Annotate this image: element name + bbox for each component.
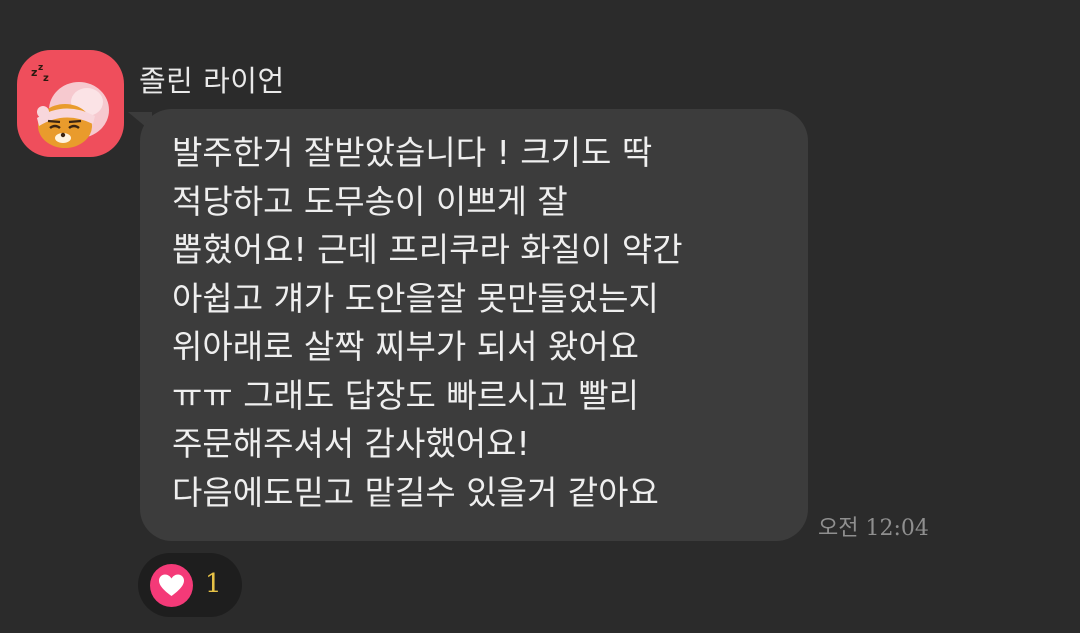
message-timestamp: 오전 12:04	[818, 516, 929, 541]
svg-text:z: z	[38, 63, 43, 73]
message-line: 위아래로 살짝 찌부가 되서 왔어요	[172, 327, 639, 366]
message-line: 뽑혔어요! 근데 프리쿠라 화질이 약간	[172, 230, 683, 269]
reaction-count: 1	[205, 569, 222, 599]
heart-icon	[150, 564, 193, 607]
message-line: 다음에도믿고 맡길수 있을거 같아요	[172, 472, 659, 512]
svg-text:z: z	[43, 73, 49, 84]
message-line: 주문해주셔서 감사했어요!	[172, 424, 530, 463]
reaction-badge[interactable]: 1	[138, 553, 242, 617]
message-bubble[interactable]: 발주한거 잘받았습니다 ! 크기도 딱 적당하고 도무송이 이쁘게 잘 뽑혔어요…	[140, 109, 808, 541]
sender-name: 졸린 라이언	[139, 64, 285, 98]
message-line: 적당하고 도무송이 이쁘게 잘	[172, 181, 568, 221]
message-line: ㅠㅠ 그래도 답장도 빠르시고 빨리	[172, 375, 639, 415]
sender-avatar[interactable]: z z z	[17, 50, 124, 157]
sleeping-ryan-icon: z z z	[31, 63, 109, 148]
message-line: 아쉽고 걔가 도안을잘 못만들었는지	[172, 278, 659, 318]
svg-text:z: z	[31, 66, 37, 79]
message-line: 발주한거 잘받았습니다 ! 크기도 딱	[172, 133, 653, 172]
